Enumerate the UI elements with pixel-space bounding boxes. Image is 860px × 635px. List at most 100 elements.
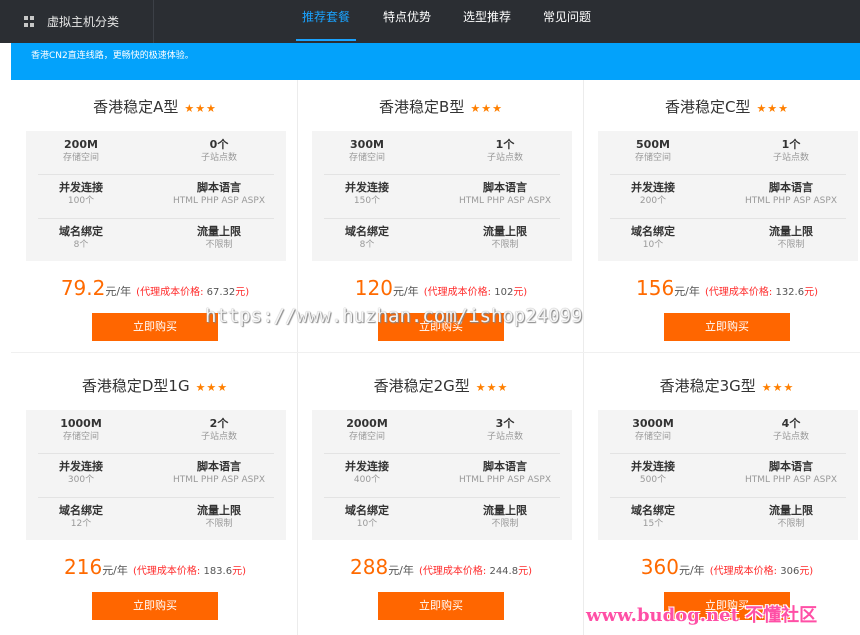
buy-now-button[interactable]: 立即购买	[664, 313, 790, 341]
agent-price-suffix: 元)	[799, 566, 814, 577]
spec-value: 300个	[67, 475, 95, 485]
spec-label: 脚本语言	[483, 181, 527, 194]
spec-value: 3000M	[632, 417, 674, 430]
agent-price-prefix: (代理成本价格:	[705, 287, 776, 298]
plan-title: 香港稳定A型 ★★★	[12, 96, 298, 117]
price-line: 288元/年 (代理成本价格: 244.8元)	[298, 555, 584, 579]
spec-value: 100个	[67, 196, 95, 206]
plan-title: 香港稳定D型1G ★★★	[12, 375, 298, 396]
watermark-url: https://www.huzhan.com/ishop24099	[205, 305, 583, 327]
spec-label: 存储空间	[634, 153, 671, 163]
nav-tab-recommended[interactable]: 推荐套餐	[296, 0, 356, 43]
spec-cell: 域名绑定 8个	[312, 224, 422, 252]
plan-name: 香港稳定2G型	[373, 377, 470, 395]
spec-cell: 4个 子站点数	[726, 416, 856, 444]
spec-label: 流量上限	[769, 225, 813, 238]
spec-value: 2个	[209, 417, 229, 430]
category-menu[interactable]: 虚拟主机分类	[0, 0, 154, 43]
spec-label: 脚本语言	[197, 460, 241, 473]
spec-row: 域名绑定 10个 流量上限 不限制	[598, 218, 858, 260]
spec-cell: 流量上限 不限制	[726, 503, 856, 531]
spec-cell: 1个 子站点数	[440, 137, 570, 165]
agent-price-value: 183.6	[203, 566, 233, 577]
buy-now-button[interactable]: 立即购买	[92, 592, 218, 620]
buy-now-button[interactable]: 立即购买	[378, 592, 504, 620]
spec-value: 10个	[642, 240, 664, 250]
plan-card: 香港稳定2G型 ★★★ 2000M 存储空间 3个 子站点数 并发连接 400个 脚本语言 HTM…	[298, 359, 584, 631]
spec-row: 3000M 存储空间 4个 子站点数	[598, 410, 858, 452]
price-unit: 元/年	[392, 285, 419, 298]
spec-label: 子站点数	[772, 153, 809, 163]
plan-card: 香港稳定C型 ★★★ 500M 存储空间 1个 子站点数 并发连接 200个 脚本语言 HTML …	[584, 80, 860, 352]
spec-cell: 200M 存储空间	[26, 137, 136, 165]
spec-value: 1个	[781, 138, 801, 151]
nav-tab-faq[interactable]: 常见问题	[537, 0, 597, 43]
price-line: 360元/年 (代理成本价格: 306元)	[584, 555, 860, 579]
nav-tab-selection[interactable]: 选型推荐	[457, 0, 517, 43]
agent-price-prefix: (代理成本价格:	[136, 287, 207, 298]
spec-label: 子站点数	[486, 153, 523, 163]
price-unit: 元/年	[674, 285, 700, 298]
plan-name: 香港稳定3G型	[659, 377, 756, 395]
spec-label: 域名绑定	[345, 225, 389, 238]
agent-price: (代理成本价格: 244.8元)	[419, 566, 532, 577]
spec-label: 域名绑定	[631, 504, 675, 517]
spec-row: 2000M 存储空间 3个 子站点数	[312, 410, 572, 452]
buy-now-button[interactable]: 立即购买	[92, 313, 218, 341]
spec-value: 300M	[350, 138, 384, 151]
plan-name: 香港稳定B型	[379, 98, 465, 116]
grid-icon	[24, 16, 35, 27]
plan-name: 香港稳定C型	[664, 98, 751, 116]
spec-value: 不限制	[205, 240, 233, 250]
row-divider	[11, 352, 860, 353]
spec-label: 域名绑定	[345, 504, 389, 517]
plan-card: 香港稳定3G型 ★★★ 3000M 存储空间 4个 子站点数 并发连接 500个 脚本语言 HTM…	[584, 359, 860, 631]
agent-price-value: 132.6	[775, 287, 805, 298]
agent-price-suffix: 元)	[235, 287, 250, 298]
nav-tab-features[interactable]: 特点优势	[377, 0, 437, 43]
star-rating-icon: ★★★	[184, 102, 217, 115]
price-unit: 元/年	[678, 564, 705, 577]
spec-cell: 流量上限 不限制	[154, 224, 284, 252]
price-unit: 元/年	[105, 285, 132, 298]
spec-label: 并发连接	[345, 181, 389, 194]
spec-value: 不限制	[491, 240, 519, 250]
spec-cell: 并发连接 200个	[598, 180, 708, 208]
spec-value: HTML PHP ASP ASPX	[744, 196, 837, 206]
spec-cell: 脚本语言 HTML PHP ASP ASPX	[440, 459, 570, 487]
watermark-site: www.budog.net 不懂社区	[586, 605, 818, 626]
star-rating-icon: ★★★	[475, 381, 509, 394]
spec-cell: 3000M 存储空间	[598, 416, 708, 444]
spec-label: 子站点数	[486, 432, 523, 442]
spec-cell: 0个 子站点数	[154, 137, 284, 165]
agent-price-value: 244.8	[489, 566, 519, 577]
spec-value: 8个	[73, 240, 89, 250]
spec-value: 不限制	[777, 240, 805, 250]
spec-value: HTML PHP ASP ASPX	[744, 475, 837, 485]
spec-label: 子站点数	[200, 432, 237, 442]
plan-title: 香港稳定C型 ★★★	[584, 96, 860, 117]
spec-row: 域名绑定 8个 流量上限 不限制	[26, 218, 286, 260]
price-unit: 元/年	[388, 564, 414, 577]
spec-label: 存储空间	[634, 432, 671, 442]
spec-label: 流量上限	[483, 504, 527, 517]
agent-price: (代理成本价格: 132.6元)	[705, 287, 818, 298]
spec-label: 存储空间	[348, 153, 385, 163]
spec-cell: 域名绑定 10个	[312, 503, 422, 531]
spec-cell: 域名绑定 15个	[598, 503, 708, 531]
plan-card: 香港稳定D型1G ★★★ 1000M 存储空间 2个 子站点数 并发连接 300个 脚本语言 HT…	[12, 359, 298, 631]
spec-label: 并发连接	[59, 460, 103, 473]
spec-cell: 脚本语言 HTML PHP ASP ASPX	[726, 459, 856, 487]
spec-value: HTML PHP ASP ASPX	[172, 196, 265, 206]
spec-row: 并发连接 100个 脚本语言 HTML PHP ASP ASPX	[26, 174, 286, 216]
agent-price-prefix: (代理成本价格:	[419, 566, 490, 577]
spec-cell: 流量上限 不限制	[726, 224, 856, 252]
plan-name: 香港稳定A型	[93, 98, 179, 116]
spec-label: 并发连接	[631, 460, 675, 473]
spec-table: 1000M 存储空间 2个 子站点数 并发连接 300个 脚本语言 HTML PHP ASP …	[26, 410, 286, 540]
price-line: 120元/年 (代理成本价格: 102元)	[298, 276, 584, 300]
spec-label: 域名绑定	[59, 504, 103, 517]
spec-table: 300M 存储空间 1个 子站点数 并发连接 150个 脚本语言 HTML PHP ASP A…	[312, 131, 572, 261]
spec-cell: 2个子站点数	[154, 416, 284, 444]
spec-label: 存储空间	[62, 432, 99, 442]
